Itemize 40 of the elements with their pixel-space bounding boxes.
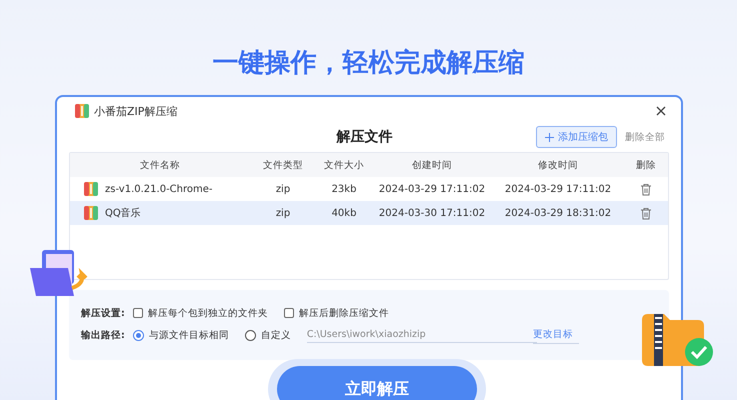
- table-cell-text: 40kb: [330, 208, 358, 218]
- column-header: 文件类型: [262, 158, 304, 172]
- delete-all-link[interactable]: 删除全部: [625, 130, 665, 144]
- zip-file-icon: [75, 104, 89, 118]
- radio-option[interactable]: 与源文件目标相同: [132, 329, 229, 342]
- extract-button[interactable]: 立即解压: [277, 366, 477, 400]
- checkbox-option[interactable]: 解压每个包到独立的文件夹: [132, 306, 268, 320]
- checkbox[interactable]: [284, 308, 294, 318]
- plus-icon: [545, 132, 554, 142]
- column-header: 修改时间: [537, 158, 579, 172]
- settings-label: 解压设置:: [81, 306, 125, 320]
- trash-icon[interactable]: [640, 206, 652, 220]
- radio-button[interactable]: [244, 330, 256, 341]
- window-title: 小番茄ZIP解压缩: [94, 104, 178, 118]
- column-header: 创建时间: [411, 158, 453, 172]
- table-cell-text: 2024-03-29 18:31:02: [504, 208, 612, 218]
- checkbox-option[interactable]: 解压后删除压缩文件: [284, 306, 389, 320]
- file-row[interactable]: QQ音乐 zip 40kb 2024-03-30 17:11:02 2024-03-29 18:31:02: [70, 201, 668, 225]
- radio-option[interactable]: 自定义: [244, 329, 291, 342]
- column-header: 文件大小: [323, 158, 365, 172]
- file-name: QQ音乐: [105, 206, 141, 220]
- trash-icon[interactable]: [640, 182, 652, 196]
- column-header: 文件名称: [139, 158, 181, 172]
- checkbox[interactable]: [132, 308, 143, 318]
- table-cell-text: 2024-03-29 17:11:02: [378, 184, 486, 194]
- table-cell-text: zip: [274, 184, 292, 194]
- zip-file-icon: [84, 182, 98, 196]
- panel-heading: 解压文件: [335, 128, 394, 146]
- table-cell-text: 2024-03-29 17:11:02: [504, 184, 612, 194]
- radio-button[interactable]: [132, 330, 144, 341]
- zip-file-icon: [84, 206, 98, 220]
- table-cell-text: zip: [274, 208, 292, 218]
- table-cell-text: 2024-03-30 17:11:02: [378, 208, 486, 218]
- file-row[interactable]: zs-v1.0.21.0-Chrome- zip 23kb 2024-03-29 17:11:02 2024-03-29 17:11:02: [70, 177, 668, 201]
- column-header: 删除: [635, 158, 657, 172]
- file-name: zs-v1.0.21.0-Chrome-: [105, 184, 213, 194]
- output-label: 输出路径:: [81, 329, 125, 342]
- headline: 一键操作，轻松完成解压缩: [212, 47, 526, 80]
- close-icon[interactable]: [655, 105, 667, 117]
- table-cell-text: 23kb: [330, 184, 358, 194]
